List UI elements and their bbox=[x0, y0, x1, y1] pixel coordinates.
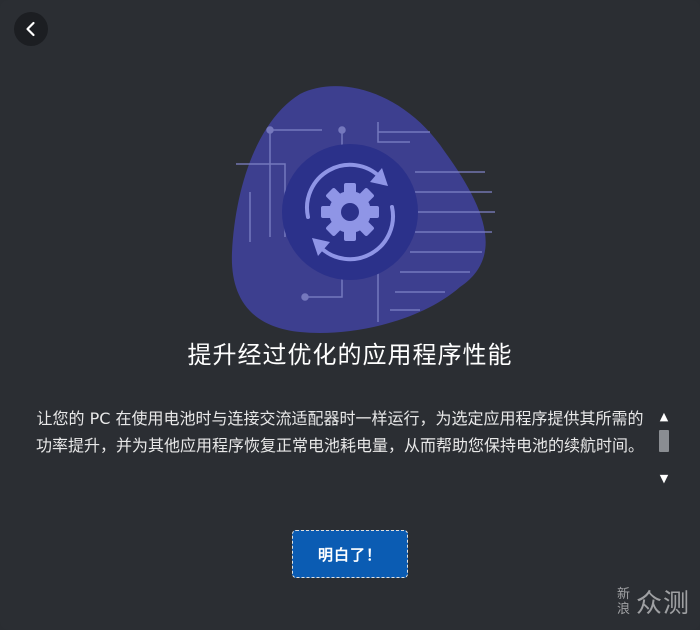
watermark-small-top: 新 bbox=[616, 586, 630, 602]
dialog-title: 提升经过优化的应用程序性能 bbox=[187, 341, 513, 369]
chevron-left-icon bbox=[26, 21, 35, 37]
gear-sync-icon bbox=[321, 183, 379, 241]
got-it-button[interactable]: 明白了！ bbox=[292, 530, 408, 578]
description-scrollbar[interactable]: ▲ ▼ bbox=[655, 410, 673, 488]
back-button[interactable] bbox=[14, 12, 48, 46]
description-text: 让您的 PC 在使用电池时与连接交流适配器时一样运行，为选定应用程序提供其所需的… bbox=[35, 409, 644, 455]
dialog: 提升经过优化的应用程序性能 让您的 PC 在使用电池时与连接交流适配器时一样运行… bbox=[0, 0, 700, 630]
hero-illustration bbox=[231, 86, 495, 333]
arrow-up-icon[interactable]: ▲ bbox=[657, 410, 671, 424]
watermark-small: 新 浪 bbox=[617, 587, 630, 617]
arrow-down-icon[interactable]: ▼ bbox=[657, 472, 671, 486]
watermark-small-bottom: 浪 bbox=[616, 601, 630, 617]
scroll-track[interactable] bbox=[659, 428, 669, 470]
scroll-thumb[interactable] bbox=[659, 430, 669, 452]
watermark: 新 浪 众测 bbox=[617, 583, 690, 620]
watermark-big: 众测 bbox=[635, 589, 690, 619]
description-area: 让您的 PC 在使用电池时与连接交流适配器时一样运行，为选定应用程序提供其所需的… bbox=[30, 405, 650, 485]
